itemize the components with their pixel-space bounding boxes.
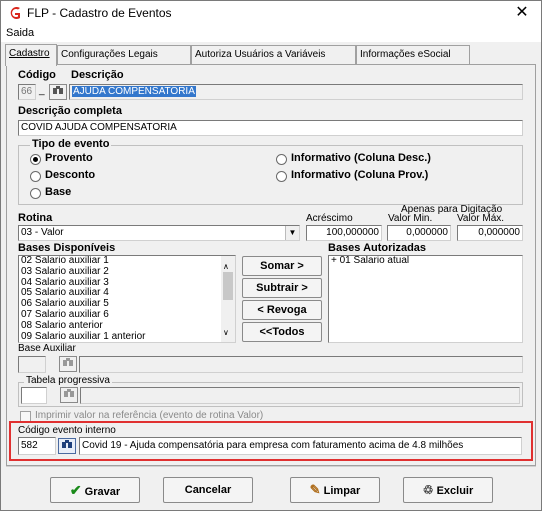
main-window: FLP - Cadastro de Eventos ✕ Saida Cadast… (0, 0, 542, 511)
close-button[interactable]: ✕ (508, 3, 536, 23)
acrescimo-label: Acréscimo (306, 213, 353, 224)
gravar-button[interactable]: ✔ Gravar (50, 477, 140, 503)
radio-provento[interactable] (30, 154, 41, 165)
gravar-label: Gravar (84, 486, 121, 498)
codigo-evento-interno-desc-field[interactable]: Covid 19 - Ajuda compensatória para empr… (79, 437, 522, 455)
list-item[interactable]: 08 Salario anterior (19, 320, 235, 332)
binoculars-glyph-icon (62, 440, 72, 448)
bases-autorizadas-label: Bases Autorizadas (328, 242, 427, 254)
tabela-progressiva-code-field[interactable] (21, 387, 47, 404)
descricao-label: Descrição (71, 69, 124, 81)
imprimir-valor-label: Imprimir valor na referência (evento de … (35, 410, 264, 421)
scrollbar[interactable]: ∧ ∨ (221, 256, 235, 342)
rotina-label: Rotina (18, 212, 53, 224)
tab-label: Informações eSocial (360, 49, 451, 60)
menu-bar: Saida (1, 25, 541, 42)
binoculars-icon[interactable] (49, 84, 67, 100)
binoculars-glyph-icon (63, 358, 73, 366)
limpar-label: Limpar (323, 485, 361, 497)
somar-button[interactable]: Somar > (242, 256, 322, 276)
broom-icon: ✎ (309, 482, 321, 497)
bases-disponiveis-label: Bases Disponíveis (18, 242, 116, 254)
descricao-completa-label: Descrição completa (18, 105, 122, 117)
todos-button[interactable]: <<Todos (242, 322, 322, 342)
radio-informativo-prov-label: Informativo (Coluna Prov.) (291, 169, 429, 181)
codigo-field[interactable]: 66 (18, 84, 36, 100)
chevron-up-icon[interactable]: ∧ (223, 262, 229, 271)
binoculars-icon[interactable] (58, 438, 76, 454)
valor-min-label: Valor Min. (388, 213, 433, 224)
excluir-button[interactable]: ♲ Excluir (403, 477, 493, 503)
footer-divider (6, 466, 536, 467)
codigo-separator: _ (39, 85, 45, 96)
chevron-down-icon[interactable]: ∨ (223, 328, 229, 337)
codigo-evento-interno-label: Código evento interno (18, 425, 116, 436)
base-auxiliar-label: Base Auxiliar (18, 343, 76, 354)
tipo-evento-label: Tipo de evento (30, 138, 112, 150)
tab-label: Cadastro (9, 48, 50, 59)
list-item[interactable]: + 01 Salario atual (329, 256, 522, 267)
cancelar-button[interactable]: Cancelar (163, 477, 253, 503)
rotina-value: 03 - Valor (21, 227, 64, 238)
codigo-label: Código (18, 69, 56, 81)
radio-informativo-desc[interactable] (276, 154, 287, 165)
list-item[interactable]: 03 Salario auxiliar 2 (19, 266, 235, 278)
radio-base[interactable] (30, 188, 41, 199)
descricao-selected-text: AJUDA COMPENSATORIA (72, 86, 196, 97)
binoculars-glyph-icon (53, 86, 63, 94)
rotina-select[interactable]: 03 - Valor ▼ (18, 225, 300, 241)
radio-desconto-label: Desconto (45, 169, 96, 181)
radio-provento-label: Provento (45, 152, 93, 164)
revoga-button[interactable]: < Revoga (242, 300, 322, 320)
bases-autorizadas-list[interactable]: + 01 Salario atual (328, 255, 523, 343)
descricao-completa-field[interactable]: COVID AJUDA COMPENSATORIA (18, 120, 523, 136)
radio-informativo-desc-label: Informativo (Coluna Desc.) (291, 152, 431, 164)
tab-label: Autoriza Usuários a Variáveis (195, 49, 326, 60)
tab-informacoes-esocial[interactable]: Informações eSocial (356, 45, 470, 65)
subtrair-button[interactable]: Subtrair > (242, 278, 322, 298)
valor-max-field[interactable]: 0,000000 (457, 225, 523, 241)
binoculars-icon[interactable] (60, 387, 78, 403)
app-logo-icon (10, 6, 20, 19)
tabela-progressiva-desc-field[interactable] (80, 387, 520, 404)
tab-configuracoes-legais[interactable]: Configurações Legais (57, 45, 191, 65)
descricao-field[interactable]: AJUDA COMPENSATORIA (69, 84, 523, 100)
valor-min-field[interactable]: 0,000000 (387, 225, 451, 241)
bases-disponiveis-list[interactable]: 02 Salario auxiliar 1 03 Salario auxilia… (18, 255, 236, 343)
base-auxiliar-desc-field[interactable] (79, 356, 523, 373)
window-title: FLP - Cadastro de Eventos (27, 6, 172, 20)
base-auxiliar-code-field[interactable] (18, 356, 46, 373)
tab-label: Configurações Legais (61, 49, 158, 60)
trash-icon: ♲ (422, 483, 434, 497)
tab-autoriza-usuarios[interactable]: Autoriza Usuários a Variáveis (191, 45, 356, 65)
radio-informativo-prov[interactable] (276, 171, 287, 182)
check-icon: ✔ (69, 482, 82, 498)
binoculars-icon[interactable] (59, 356, 77, 372)
valor-max-label: Valor Máx. (457, 213, 505, 224)
radio-desconto[interactable] (30, 171, 41, 182)
limpar-button[interactable]: ✎ Limpar (290, 477, 380, 503)
menu-saida[interactable]: Saida (6, 27, 34, 39)
list-item[interactable]: 09 Salario auxiliar 1 anterior (19, 331, 235, 342)
tab-cadastro[interactable]: Cadastro (5, 44, 57, 66)
chevron-down-icon[interactable]: ▼ (285, 226, 299, 240)
binoculars-glyph-icon (64, 389, 74, 397)
excluir-label: Excluir (436, 485, 474, 497)
scroll-thumb[interactable] (223, 272, 233, 300)
radio-base-label: Base (45, 186, 72, 198)
codigo-evento-interno-field[interactable]: 582 (18, 437, 56, 455)
acrescimo-field[interactable]: 100,000000 (306, 225, 382, 241)
title-bar: FLP - Cadastro de Eventos ✕ (1, 1, 541, 25)
tabela-progressiva-label: Tabela progressiva (24, 375, 112, 386)
